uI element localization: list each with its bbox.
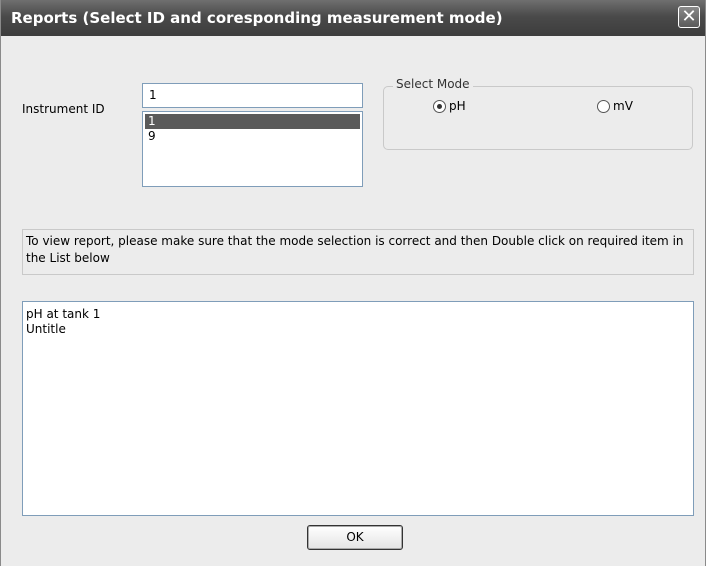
report-list-item[interactable]: pH at tank 1 — [26, 307, 690, 322]
reports-dialog: Reports (Select ID and coresponding meas… — [0, 0, 706, 566]
window-title: Reports (Select ID and coresponding meas… — [11, 9, 503, 27]
close-button[interactable]: ✕ — [678, 6, 700, 28]
mode-radio-ph-label: pH — [449, 99, 466, 113]
radio-selected-icon[interactable] — [433, 99, 446, 113]
instrument-id-item[interactable]: 1 — [145, 114, 360, 129]
instrument-id-label: Instrument ID — [22, 102, 105, 116]
instrument-id-list[interactable]: 1 9 — [142, 111, 363, 187]
ok-button[interactable]: OK — [307, 525, 403, 550]
report-list-item[interactable]: Untitle — [26, 322, 690, 337]
instructions-text: To view report, please make sure that th… — [22, 229, 694, 275]
mode-radio-mv[interactable]: mV — [597, 98, 633, 114]
select-mode-legend: Select Mode — [393, 77, 473, 91]
mode-radio-mv-label: mV — [613, 99, 633, 113]
mode-radio-ph[interactable]: pH — [433, 98, 466, 114]
radio-unselected-icon[interactable] — [597, 99, 610, 113]
select-mode-group — [383, 86, 693, 150]
instrument-id-item[interactable]: 9 — [145, 129, 360, 144]
instrument-id-input[interactable]: 1 — [142, 83, 363, 108]
title-bar[interactable]: Reports (Select ID and coresponding meas… — [1, 0, 705, 36]
close-icon: ✕ — [681, 6, 697, 27]
report-list[interactable]: pH at tank 1 Untitle — [22, 301, 694, 516]
